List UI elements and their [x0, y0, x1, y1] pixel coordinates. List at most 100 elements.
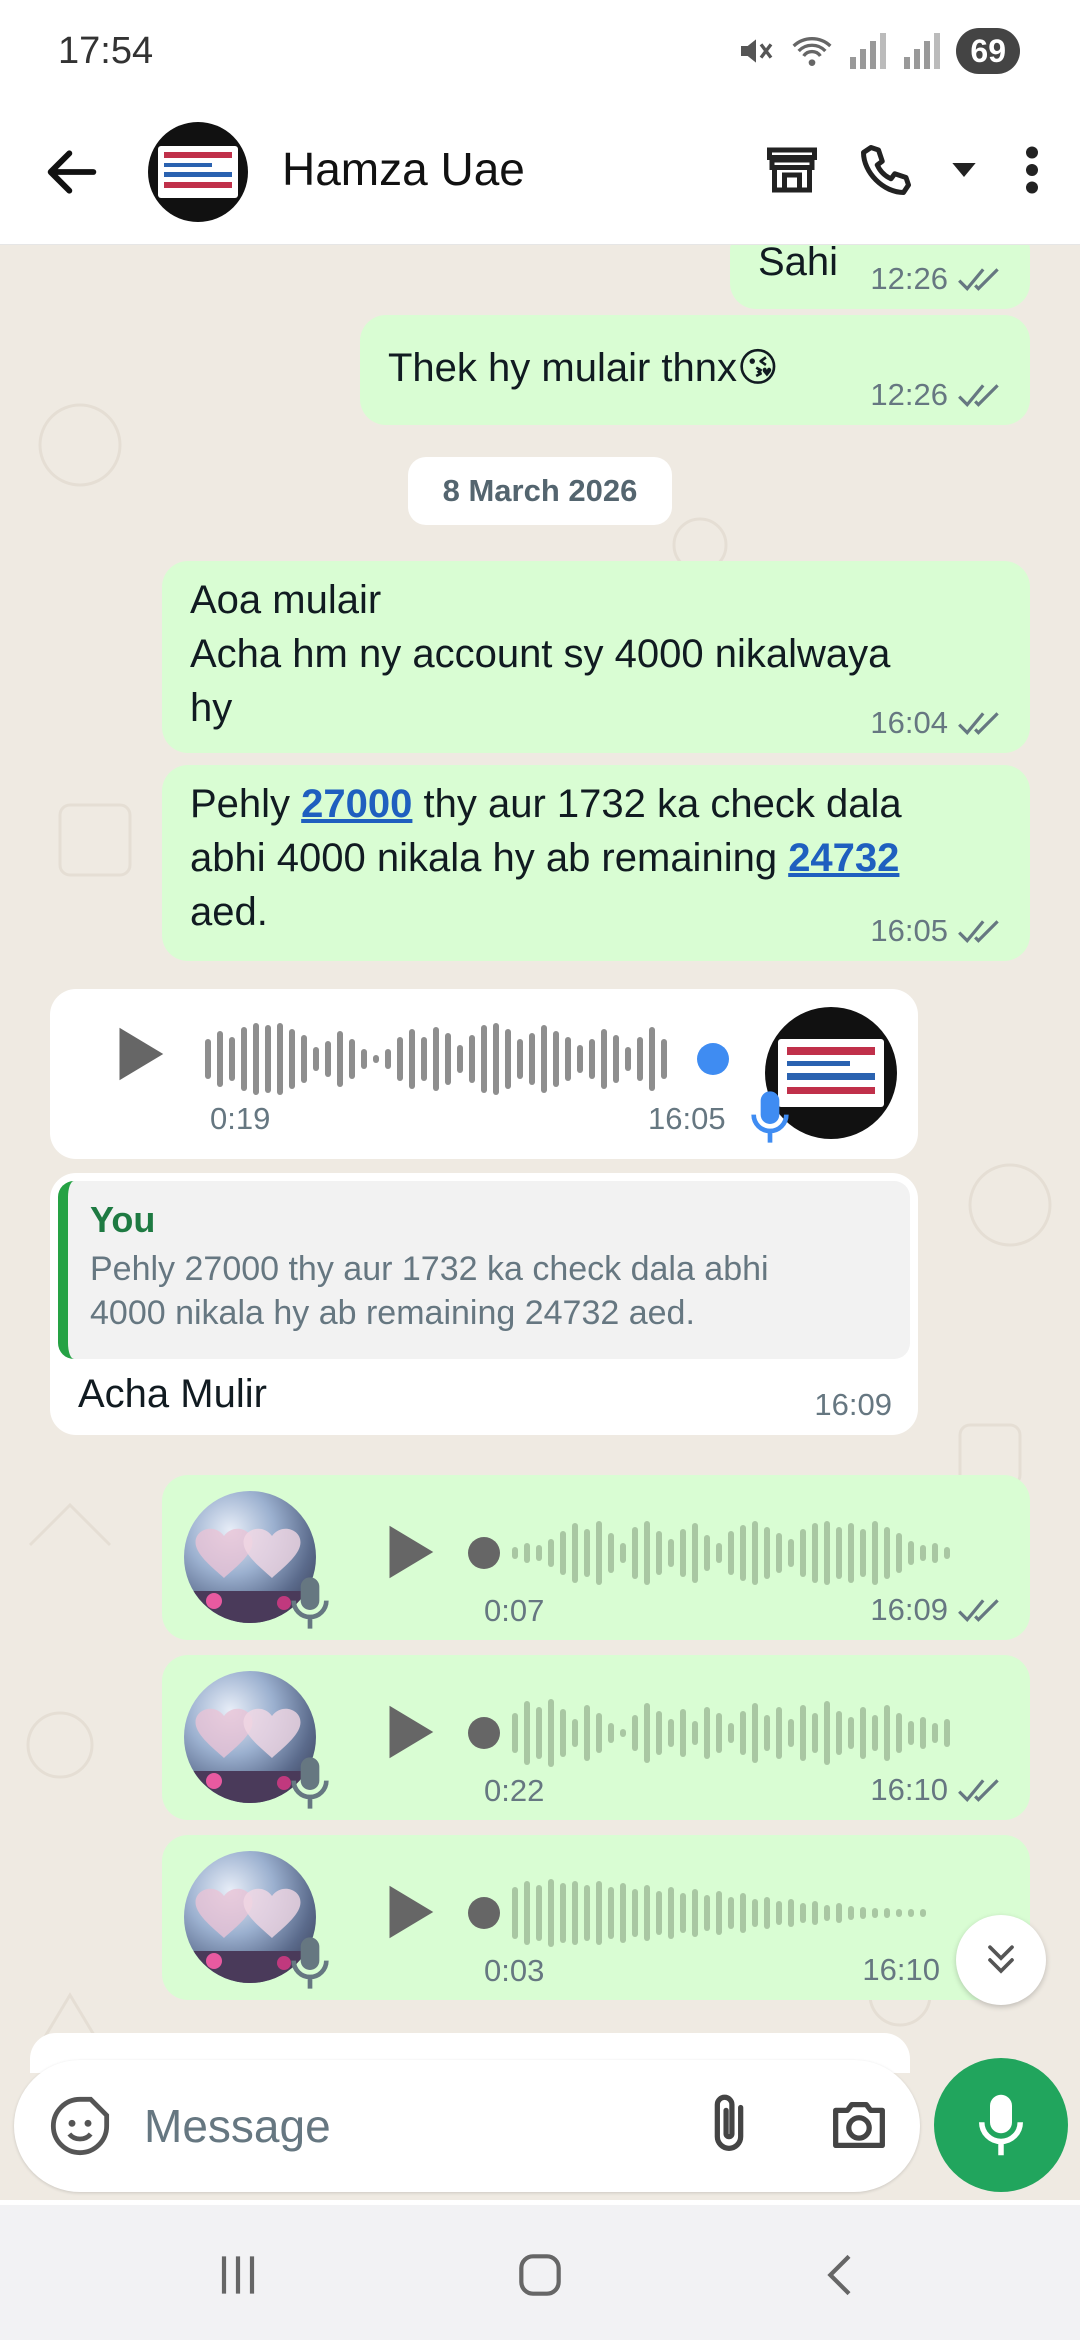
scroll-down-button[interactable]	[956, 1915, 1046, 2005]
mic-icon	[291, 1577, 329, 1629]
message-line: abhi 4000 nikala hy ab remaining 24732	[190, 831, 902, 885]
message-bubble-out[interactable]: Pehly 27000 thy aur 1732 ka check dala a…	[162, 765, 1030, 961]
battery-level: 69	[956, 28, 1020, 74]
mic-icon	[291, 1757, 329, 1809]
home-icon[interactable]	[510, 2247, 570, 2303]
phone-number-link[interactable]: 27000	[301, 782, 412, 826]
message-time: 16:05	[870, 913, 948, 948]
waveform[interactable]	[205, 1019, 735, 1099]
quoted-line: Pehly 27000 thy aur 1732 ka check dala a…	[90, 1250, 769, 1288]
avatar-logo-card	[158, 146, 238, 198]
quoted-author: You	[90, 1199, 156, 1240]
mic-icon	[291, 1937, 329, 1989]
play-icon[interactable]	[372, 1517, 442, 1587]
message-time: 16:09	[870, 1592, 948, 1627]
waveform[interactable]	[462, 1693, 982, 1773]
message-bubble-out[interactable]: Sahi 12:26	[730, 245, 1030, 309]
double-check-icon	[958, 268, 999, 291]
message-time: 16:10	[870, 1772, 948, 1807]
double-check-icon	[958, 712, 999, 735]
double-check-icon	[958, 1599, 999, 1622]
voice-duration: 0:19	[210, 1101, 271, 1136]
message-bubble-out[interactable]: Aoa mulair Acha hm ny account sy 4000 ni…	[162, 561, 1030, 753]
voice-duration: 0:22	[484, 1773, 545, 1808]
seek-handle[interactable]	[468, 1717, 500, 1749]
message-bubble-out[interactable]: Thek hy mulair thnx😘 12:26	[360, 315, 1030, 425]
play-icon[interactable]	[102, 1019, 172, 1089]
voice-duration: 0:07	[484, 1593, 545, 1628]
message-line: Acha hm ny account sy 4000 nikalwaya	[190, 632, 891, 676]
signal-icon-2	[904, 33, 941, 69]
waveform[interactable]	[462, 1513, 982, 1593]
voice-message-out[interactable]: 0:22 16:10	[162, 1655, 1030, 1820]
voice-message-in[interactable]: 0:19 16:05	[50, 989, 918, 1159]
contact-name[interactable]: Hamza Uae	[282, 142, 525, 196]
message-time: 12:26	[870, 377, 948, 412]
message-meta: 12:26	[870, 261, 1004, 297]
chat-header: Hamza Uae	[0, 110, 1080, 245]
message-input[interactable]	[144, 2090, 684, 2162]
message-meta: 16:05	[870, 913, 1004, 949]
nav-back-icon[interactable]	[812, 2247, 872, 2303]
voice-duration: 0:03	[484, 1953, 545, 1988]
text-run: abhi 4000 nikala hy ab remaining	[190, 836, 789, 880]
waveform[interactable]	[462, 1873, 982, 1953]
wifi-icon	[792, 37, 832, 66]
status-icons: 69	[736, 28, 1020, 74]
double-check-icon	[958, 920, 999, 943]
date-chip: 8 March 2026	[408, 457, 672, 525]
store-icon[interactable]	[762, 140, 822, 200]
mic-icon	[979, 2094, 1023, 2156]
more-vert-icon[interactable]	[1012, 140, 1052, 200]
mic-icon	[751, 1091, 789, 1143]
message-meta: 16:09	[870, 1592, 1004, 1628]
double-check-icon	[958, 1779, 999, 1802]
message-composer	[14, 2060, 920, 2192]
contact-avatar[interactable]	[148, 122, 248, 222]
text-run: thy aur 1732 ka check dala	[412, 782, 902, 826]
seek-handle[interactable]	[468, 1897, 500, 1929]
dropdown-icon[interactable]	[950, 156, 978, 184]
sticker-icon[interactable]	[48, 2094, 112, 2158]
message-text: Sahi	[758, 245, 839, 284]
voice-record-button[interactable]	[934, 2058, 1068, 2192]
avatar-logo-card	[778, 1038, 884, 1108]
status-bar: 17:54 69	[0, 0, 1080, 110]
message-line: Aoa mulair	[190, 578, 382, 622]
message-meta: 12:26	[870, 377, 1004, 413]
scroll-down-icon	[988, 1945, 1014, 1974]
message-meta: 16:09	[814, 1387, 892, 1423]
header-actions	[762, 140, 1052, 200]
phone-number-link[interactable]: 24732	[788, 836, 899, 880]
play-icon[interactable]	[372, 1877, 442, 1947]
camera-icon[interactable]	[824, 2090, 894, 2160]
double-check-icon	[958, 384, 999, 407]
message-meta: 16:10	[862, 1952, 940, 1988]
message-text: Thek hy mulair thnx😘	[388, 346, 779, 390]
reply-message-in[interactable]: You Pehly 27000 thy aur 1732 ka check da…	[50, 1173, 918, 1435]
system-nav-bar	[0, 2205, 1080, 2340]
voice-message-out[interactable]: 0:07 16:09	[162, 1475, 1030, 1640]
message-meta: 16:04	[870, 705, 1004, 741]
recents-icon[interactable]	[208, 2247, 268, 2303]
phone-icon[interactable]	[856, 140, 916, 200]
seek-handle[interactable]	[697, 1043, 729, 1075]
status-time: 17:54	[58, 30, 154, 72]
seek-handle[interactable]	[468, 1537, 500, 1569]
message-time: 16:10	[862, 1952, 940, 1987]
quoted-message[interactable]: You Pehly 27000 thy aur 1732 ka check da…	[58, 1181, 910, 1359]
back-arrow-icon[interactable]	[40, 140, 104, 204]
message-meta: 16:10	[870, 1772, 1004, 1808]
quoted-text: Pehly 27000 thy aur 1732 ka check dala a…	[90, 1247, 888, 1335]
play-icon[interactable]	[372, 1697, 442, 1767]
message-text: Aoa mulair Acha hm ny account sy 4000 ni…	[190, 573, 890, 735]
voice-message-out[interactable]: 0:03 16:10	[162, 1835, 1030, 2000]
quoted-line: 4000 nikala hy ab remaining 24732 aed.	[90, 1294, 695, 1332]
message-text: Pehly 27000 thy aur 1732 ka check dala a…	[190, 777, 902, 939]
signal-icon	[850, 33, 887, 69]
text-run: Pehly	[190, 782, 302, 826]
attach-icon[interactable]	[694, 2090, 764, 2160]
message-time: 16:05	[648, 1101, 726, 1136]
message-line: aed.	[190, 890, 268, 934]
chat-area[interactable]: Sahi 12:26 Thek hy mulair thnx😘 12:26 8 …	[0, 245, 1080, 2200]
